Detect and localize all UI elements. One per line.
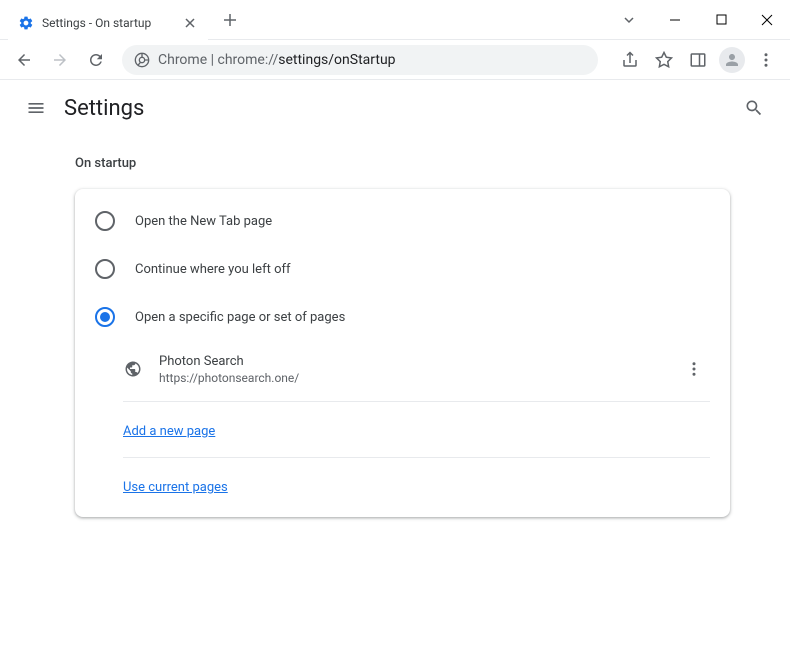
chevron-down-icon[interactable] <box>606 0 652 40</box>
radio-icon <box>95 259 115 279</box>
browser-toolbar: Chrome | chrome://settings/onStartup <box>0 40 790 80</box>
minimize-button[interactable] <box>652 0 698 40</box>
page-info: Photon Search https://photonsearch.one/ <box>159 354 662 385</box>
divider <box>123 457 710 458</box>
tab-title: Settings - On startup <box>42 16 174 30</box>
settings-content: On startup Open the New Tab page Continu… <box>0 136 790 517</box>
window-titlebar: Settings - On startup <box>0 0 790 40</box>
maximize-button[interactable] <box>698 0 744 40</box>
use-current-link[interactable]: Use current pages <box>123 480 228 495</box>
close-tab-icon[interactable] <box>182 15 198 31</box>
browser-tab[interactable]: Settings - On startup <box>8 6 208 40</box>
option-new-tab[interactable]: Open the New Tab page <box>75 197 730 245</box>
window-controls <box>606 0 790 40</box>
option-specific-pages[interactable]: Open a specific page or set of pages <box>75 293 730 341</box>
search-icon[interactable] <box>734 88 774 128</box>
share-icon[interactable] <box>614 44 646 76</box>
gear-icon <box>18 15 34 31</box>
page-name: Photon Search <box>159 354 662 369</box>
hamburger-menu-icon[interactable] <box>16 88 56 128</box>
add-page-link[interactable]: Add a new page <box>123 424 215 439</box>
add-page-row: Add a new page <box>75 406 730 453</box>
page-title: Settings <box>64 96 144 121</box>
page-url: https://photonsearch.one/ <box>159 371 662 385</box>
globe-icon <box>123 359 143 379</box>
address-bar[interactable]: Chrome | chrome://settings/onStartup <box>122 45 598 75</box>
startup-options-card: Open the New Tab page Continue where you… <box>75 189 730 517</box>
omnibox-prefix: Chrome | chrome://settings/onStartup <box>158 52 396 68</box>
page-more-icon[interactable] <box>678 353 710 385</box>
new-tab-button[interactable] <box>216 6 244 34</box>
close-window-button[interactable] <box>744 0 790 40</box>
forward-button[interactable] <box>44 44 76 76</box>
sidepanel-icon[interactable] <box>682 44 714 76</box>
use-current-row: Use current pages <box>75 462 730 509</box>
radio-label: Open a specific page or set of pages <box>135 310 345 325</box>
radio-icon <box>95 211 115 231</box>
settings-header: Settings <box>0 80 790 136</box>
section-title: On startup <box>75 156 730 171</box>
radio-label: Open the New Tab page <box>135 214 272 229</box>
radio-label: Continue where you left off <box>135 262 291 277</box>
divider <box>123 401 710 402</box>
reload-button[interactable] <box>80 44 112 76</box>
bookmark-icon[interactable] <box>648 44 680 76</box>
profile-avatar[interactable] <box>716 44 748 76</box>
option-continue[interactable]: Continue where you left off <box>75 245 730 293</box>
radio-icon <box>95 307 115 327</box>
menu-icon[interactable] <box>750 44 782 76</box>
startup-page-item: Photon Search https://photonsearch.one/ <box>75 341 730 397</box>
back-button[interactable] <box>8 44 40 76</box>
chrome-icon <box>134 52 150 68</box>
